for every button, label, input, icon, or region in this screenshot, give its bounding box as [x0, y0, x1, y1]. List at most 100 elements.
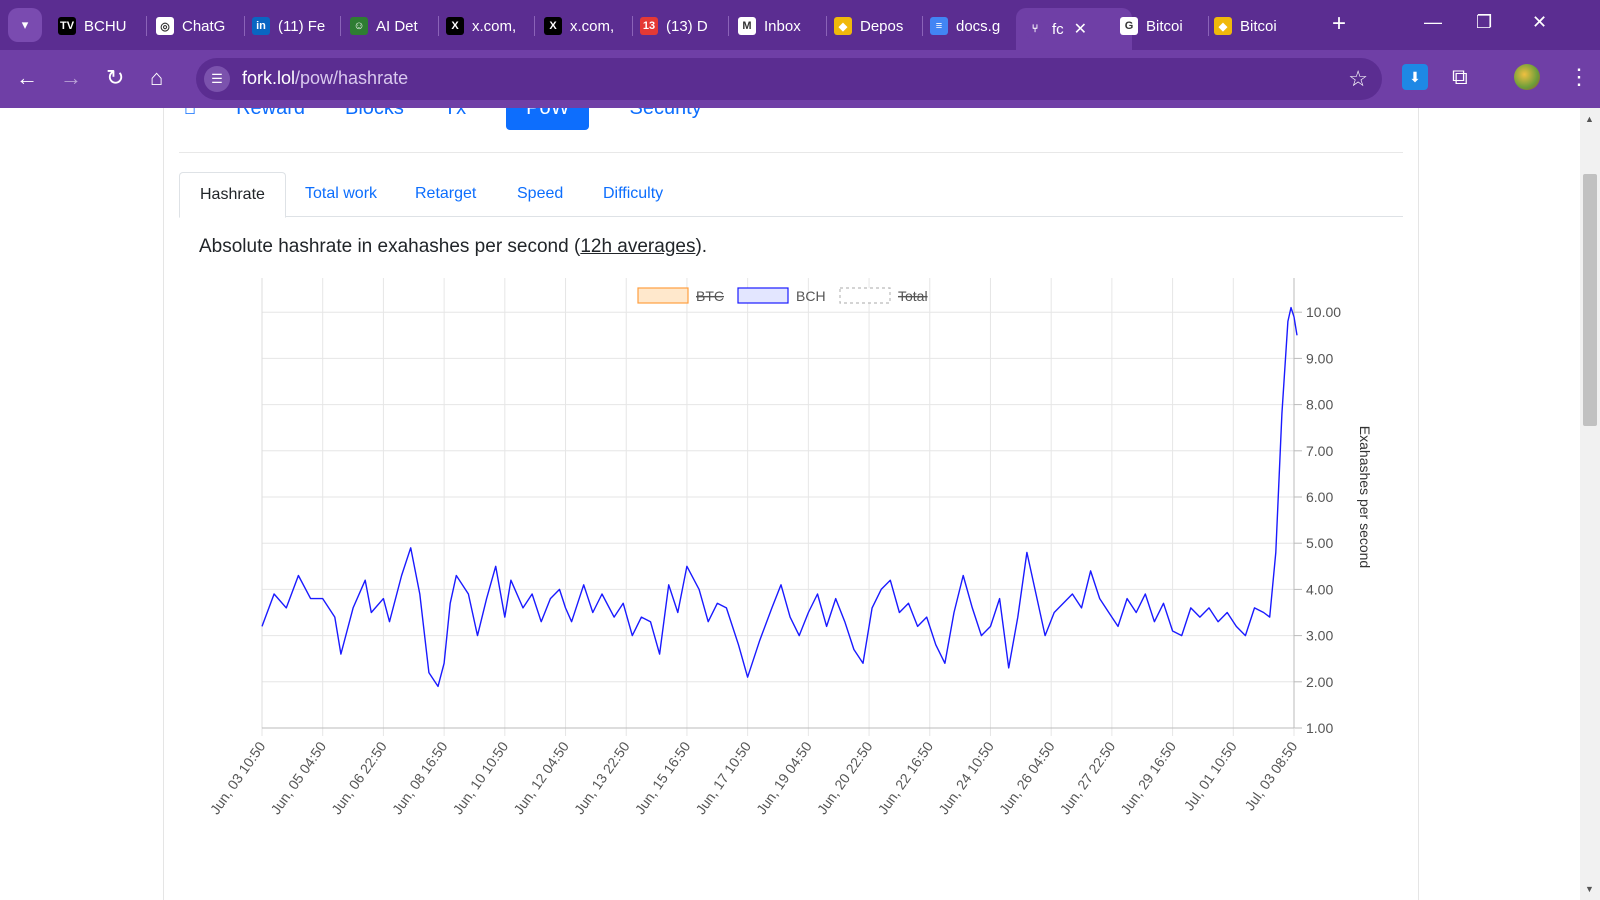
tab-separator	[340, 16, 341, 36]
scrollbar-thumb[interactable]	[1583, 174, 1597, 426]
home-icon[interactable]: ⌂	[150, 66, 163, 90]
browser-tab[interactable]: ⑂ fc ✕	[1016, 8, 1132, 50]
tab-label: x.com,	[472, 17, 517, 35]
browser-tab[interactable]: ☺ AI Det	[350, 10, 432, 42]
reload-icon[interactable]: ↻	[106, 66, 124, 90]
scroll-down-icon[interactable]: ▼	[1585, 884, 1594, 894]
browser-tab[interactable]: G Bitcoi	[1120, 10, 1202, 42]
linkedin-icon: in	[252, 17, 270, 35]
y-tick-label: 5.00	[1306, 535, 1333, 551]
profile-avatar[interactable]	[1514, 64, 1540, 90]
y-tick-label: 7.00	[1306, 443, 1333, 459]
tab-separator	[826, 16, 827, 36]
tab-separator	[438, 16, 439, 36]
nav-item[interactable]: PoW	[506, 108, 590, 130]
browser-tab[interactable]: in (11) Fe	[252, 10, 334, 42]
browser-toolbar: ← → ↻ ⌂ ☰ fork.lol/pow/hashrate ☆ ⬇ ⧉ ⋮	[0, 50, 1600, 108]
close-window-icon[interactable]: ✕	[1532, 12, 1547, 33]
legend-swatch[interactable]	[839, 287, 891, 304]
tab-label: x.com,	[570, 17, 615, 35]
forward-icon[interactable]: →	[60, 66, 82, 90]
openai-icon: ◎	[156, 17, 174, 35]
tab-label: Bitcoi	[1240, 17, 1277, 35]
browser-tab[interactable]: Xx.com,	[544, 10, 626, 42]
x-tick-label: Jun, 12 04:50	[510, 738, 572, 817]
new-tab-button[interactable]: +	[1332, 12, 1346, 36]
x-tick-label: Jun, 19 04:50	[753, 738, 815, 817]
y-tick-label: 6.00	[1306, 489, 1333, 505]
legend-label[interactable]: BTC	[696, 288, 724, 304]
tab-separator	[728, 16, 729, 36]
y-tick-label: 2.00	[1306, 674, 1333, 690]
subtab[interactable]: Difficulty	[583, 172, 683, 216]
nav-item[interactable]: Security	[629, 108, 701, 130]
tab-separator	[146, 16, 147, 36]
restore-icon[interactable]: ❐	[1476, 12, 1492, 33]
divider	[179, 152, 1403, 153]
tab-search-menu-icon[interactable]: ▾	[8, 8, 42, 42]
tab-label: (13) D	[666, 17, 708, 35]
x-tick-label: Jun, 15 16:50	[632, 738, 694, 817]
notification-icon: 13	[640, 17, 658, 35]
legend-label[interactable]: BCH	[796, 288, 826, 304]
browser-tab[interactable]: 13 (13) D	[640, 10, 722, 42]
close-tab-icon[interactable]: ✕	[1074, 19, 1087, 39]
x-tick-label: Jun, 24 10:50	[935, 738, 997, 817]
fork-icon: ⑂	[1026, 20, 1044, 38]
browser-tab[interactable]: ◆ Bitcoi	[1214, 10, 1296, 42]
browser-menu-icon[interactable]: ⋮	[1568, 64, 1590, 90]
tv-icon: TV	[58, 17, 76, 35]
download-icon[interactable]: ⬇	[1402, 64, 1428, 90]
averages-link[interactable]: 12h averages	[580, 236, 695, 257]
site-nav: ⌂ Reward Blocks Tx PoW Security	[184, 108, 742, 130]
nav-item[interactable]: Blocks	[345, 108, 404, 130]
gmail-icon: M	[738, 17, 756, 35]
browser-tab[interactable]: ≡ docs.g	[930, 10, 1012, 42]
google-icon: G	[1120, 17, 1138, 35]
tab-label: Bitcoi	[1146, 17, 1183, 35]
nav-item[interactable]: Tx	[444, 108, 466, 130]
x-tick-label: Jul, 03 08:50	[1241, 738, 1300, 813]
subtab[interactable]: Retarget	[395, 172, 496, 216]
nav-item[interactable]: ⌂	[184, 108, 196, 130]
x-tick-label: Jun, 27 22:50	[1057, 738, 1119, 817]
chart-description: Absolute hashrate in exahashes per secon…	[199, 236, 708, 257]
browser-tab[interactable]: ◎ ChatG	[156, 10, 238, 42]
back-icon[interactable]: ←	[16, 66, 38, 90]
chart-subtabs: Hashrate Total work Retarget Speed Difficult…	[179, 172, 1403, 218]
x-tick-label: Jul, 01 10:50	[1181, 738, 1240, 813]
hashrate-chart: 11.0010.009.008.007.006.005.004.003.002.…	[207, 278, 1373, 817]
subtab[interactable]: Total work	[285, 172, 397, 216]
bookmark-star-icon[interactable]: ☆	[1348, 66, 1368, 92]
x-tick-label: Jun, 03 10:50	[207, 738, 269, 817]
page-scrollbar[interactable]: ▲ ▼	[1580, 108, 1600, 900]
legend-label[interactable]: Total	[898, 288, 928, 304]
y-tick-label: 4.00	[1306, 581, 1333, 597]
tab-separator	[632, 16, 633, 36]
tab-label: BCHU	[84, 17, 127, 35]
browser-tab[interactable]: TV BCHU	[58, 10, 140, 42]
legend-swatch[interactable]	[737, 287, 789, 304]
minimize-icon[interactable]: —	[1424, 12, 1442, 33]
y-tick-label: 10.00	[1306, 304, 1341, 320]
browser-tab[interactable]: Xx.com,	[446, 10, 528, 42]
scroll-up-icon[interactable]: ▲	[1585, 114, 1594, 124]
legend-swatch[interactable]	[637, 287, 689, 304]
site-settings-icon[interactable]: ☰	[204, 66, 230, 92]
tab-label: fc	[1052, 20, 1064, 38]
tab-label: Inbox	[764, 17, 801, 35]
tab-label: docs.g	[956, 17, 1001, 35]
subtab[interactable]: Speed	[497, 172, 583, 216]
url-text[interactable]: fork.lol/pow/hashrate	[242, 68, 408, 89]
tab-separator	[922, 16, 923, 36]
address-bar[interactable]: ☰ fork.lol/pow/hashrate ☆	[196, 58, 1382, 100]
robot-icon: ☺	[350, 17, 368, 35]
extensions-puzzle-icon[interactable]: ⧉	[1452, 64, 1478, 90]
browser-tab[interactable]: M Inbox	[738, 10, 820, 42]
x-tick-label: Jun, 10 10:50	[450, 738, 512, 817]
nav-item[interactable]: Reward	[236, 108, 305, 130]
y-tick-label: 1.00	[1306, 720, 1333, 736]
browser-tab[interactable]: ◆ Depos	[834, 10, 916, 42]
subtab[interactable]: Hashrate	[179, 172, 286, 218]
tab-separator	[244, 16, 245, 36]
